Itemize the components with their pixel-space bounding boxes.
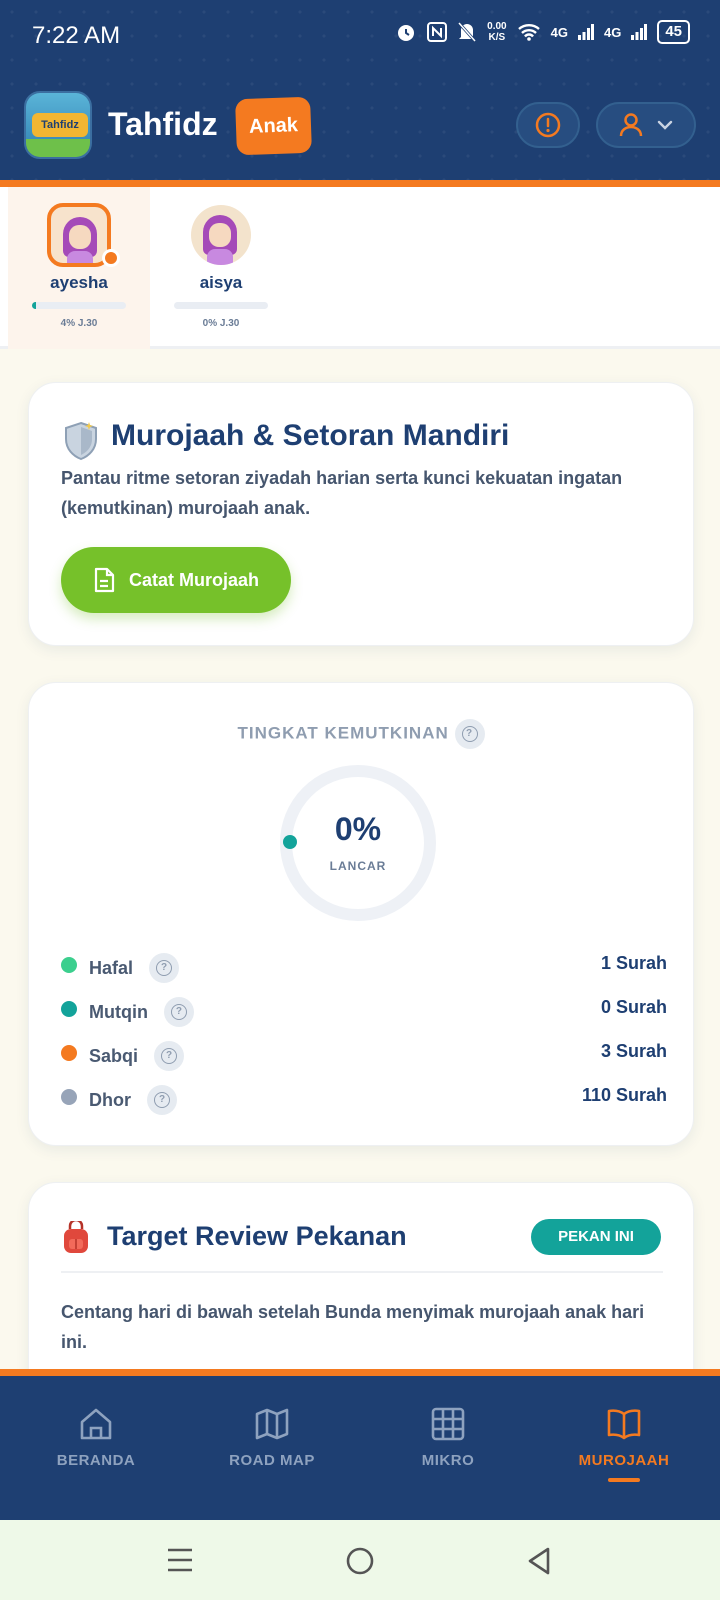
child-progress-bar (32, 302, 126, 309)
legend-row: Dhor? 110 Surah (61, 1075, 667, 1119)
profile-menu-button[interactable] (596, 102, 696, 148)
bottom-nav: BERANDA ROAD MAP MIKRO MUROJAAH (0, 1376, 720, 1520)
document-icon (94, 567, 115, 593)
legend-label: Mutqin (89, 1001, 148, 1022)
week-badge: PEKAN INI (531, 1219, 661, 1255)
child-tab-aisya[interactable]: aisya 0% J.30 (150, 187, 292, 349)
nav-label: BERANDA (56, 1452, 136, 1469)
book-icon (607, 1409, 641, 1440)
nfc-icon (427, 22, 448, 42)
signal-2: 4G (603, 24, 622, 40)
user-icon (619, 113, 643, 137)
help-icon[interactable]: ? (154, 1041, 185, 1071)
nav-tab-mikro[interactable]: MIKRO (358, 1376, 538, 1520)
legend-dot (61, 1001, 77, 1017)
signal-bars-icon (631, 24, 648, 40)
child-progress-bar (174, 302, 268, 309)
signal-bars-icon (577, 24, 594, 40)
button-label: Catat Murojaah (128, 569, 260, 590)
kemutkinan-label: LANCAR (329, 859, 387, 873)
wifi-icon (517, 24, 540, 41)
nav-label: MUROJAAH (578, 1452, 670, 1469)
home-icon (80, 1408, 112, 1440)
legend-row: Mutqin? 0 Surah (61, 987, 667, 1031)
app-badge: Anak (235, 96, 312, 156)
legend-label: Sabqi (89, 1045, 139, 1066)
avatar (191, 205, 251, 265)
nav-tab-beranda[interactable]: BERANDA (6, 1376, 186, 1520)
alert-button[interactable] (516, 102, 580, 148)
legend-value: 110 Surah (581, 1085, 667, 1105)
nav-divider (0, 1369, 720, 1376)
catat-murojaah-button[interactable]: Catat Murojaah (61, 547, 291, 613)
kemutkinan-legend: Hafal? 1 Surah Mutqin? 0 Surah Sabqi? 3 … (61, 943, 667, 1119)
header-divider (0, 180, 720, 187)
status-time: 7:22 AM (32, 22, 121, 49)
chevron-down-icon (657, 120, 673, 130)
kemutkinan-percent: 0% (334, 811, 382, 847)
child-tab-ayesha[interactable]: ayesha 4% J.30 (8, 187, 150, 349)
legend-value: 3 Surah (600, 1041, 667, 1061)
status-icons: 0.00 K/S 4G 4G 45 (395, 20, 690, 44)
nav-label: ROAD MAP (229, 1452, 315, 1469)
legend-label: Hafal (89, 957, 134, 978)
legend-dot (61, 957, 77, 973)
shield-icon (65, 421, 97, 461)
card-description: Centang hari di bawah setelah Bunda meny… (61, 1302, 645, 1352)
system-nav-bar (0, 1520, 720, 1600)
menu-icon[interactable] (166, 1546, 194, 1574)
grid-icon (431, 1407, 465, 1441)
signal-1: 4G (550, 24, 568, 40)
battery-indicator: 45 (657, 20, 690, 44)
app-title: Tahfidz (108, 106, 218, 142)
home-circle-icon[interactable] (345, 1546, 375, 1576)
nav-tab-murojaah[interactable]: MUROJAAH (534, 1376, 714, 1520)
legend-dot (61, 1045, 77, 1061)
child-name: aisya (199, 273, 243, 292)
card-title: Murojaah & Setoran Mandiri (111, 419, 510, 452)
child-name: ayesha (50, 273, 108, 292)
kemutkinan-title: TINGKAT KEMUTKINAN ? (29, 719, 693, 749)
status-bar: 7:22 AM 0.00 K/S 4G 4G 45 (0, 0, 720, 74)
help-icon[interactable]: ? (454, 719, 485, 749)
active-indicator (102, 249, 120, 267)
help-icon[interactable]: ? (149, 953, 180, 983)
legend-dot (61, 1089, 77, 1105)
legend-row: Hafal? 1 Surah (61, 943, 667, 987)
nav-label: MIKRO (421, 1452, 475, 1469)
legend-value: 1 Surah (600, 953, 667, 973)
alert-circle-icon (535, 112, 561, 138)
legend-row: Sabqi? 3 Surah (61, 1031, 667, 1075)
murojaah-card: Murojaah & Setoran Mandiri Pantau ritme … (28, 382, 694, 646)
card-description: Pantau ritme setoran ziyadah harian sert… (61, 468, 623, 518)
child-progress-text: 0% J.30 (202, 318, 240, 329)
kemutkinan-card: TINGKAT KEMUTKINAN ? 0% LANCAR Hafal? 1 … (28, 682, 694, 1146)
mute-bell-icon (458, 22, 477, 42)
legend-label: Dhor (89, 1089, 131, 1110)
child-progress-text: 4% J.30 (60, 318, 98, 329)
net-speed: 0.00 K/S (487, 21, 507, 43)
alarm-icon (398, 25, 415, 41)
legend-value: 0 Surah (600, 997, 667, 1017)
back-icon[interactable] (526, 1546, 552, 1576)
card-title: Target Review Pekanan (107, 1221, 407, 1251)
child-selector: ayesha 4% J.30 aisya 0% J.30 (0, 187, 720, 349)
nav-tab-road-map[interactable]: ROAD MAP (182, 1376, 362, 1520)
backpack-icon (64, 1221, 88, 1253)
map-icon (255, 1408, 289, 1440)
help-icon[interactable]: ? (163, 997, 194, 1027)
active-tab-indicator (608, 1478, 640, 1482)
divider (61, 1271, 663, 1273)
app-logo: Tahfidz (24, 91, 92, 159)
child-progress-fill (32, 302, 36, 309)
app-header: 7:22 AM 0.00 K/S 4G 4G 45 Tahfidz Tahfidz… (0, 0, 720, 180)
help-icon[interactable]: ? (147, 1085, 177, 1115)
